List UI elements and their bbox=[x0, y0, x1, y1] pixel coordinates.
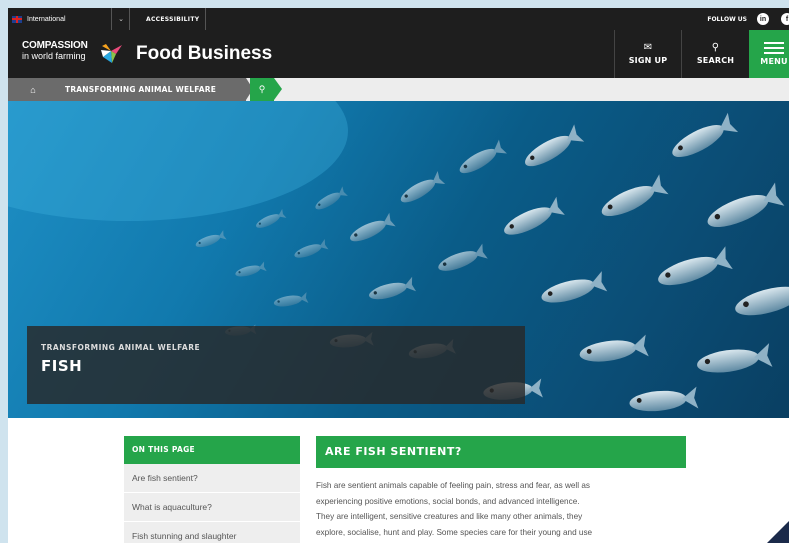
location-pin-icon: ⚲ bbox=[258, 84, 266, 94]
hamburger-icon bbox=[764, 42, 784, 54]
article-line: explore, socialise, hunt and play. Some … bbox=[316, 527, 593, 537]
chevron-down-icon[interactable]: ⌄ bbox=[114, 8, 128, 30]
hero-image: TRANSFORMING ANIMAL WELFARE FISH bbox=[8, 101, 789, 418]
article-line: experiencing positive emotions, social b… bbox=[316, 496, 580, 506]
browser-page: International ⌄ ACCESSIBILITY FOLLOW US … bbox=[8, 8, 789, 543]
breadcrumb-current[interactable]: TRANSFORMING ANIMAL WELFARE bbox=[58, 78, 246, 101]
search-label: SEARCH bbox=[696, 56, 735, 65]
hero-caption: TRANSFORMING ANIMAL WELFARE FISH bbox=[27, 326, 525, 404]
linkedin-icon[interactable]: in bbox=[757, 13, 769, 25]
sign-up-button[interactable]: ✉ SIGN UP bbox=[614, 30, 681, 78]
accessibility-link[interactable]: ACCESSIBILITY bbox=[146, 8, 199, 30]
breadcrumb-separator bbox=[274, 78, 282, 100]
hero-kicker: TRANSFORMING ANIMAL WELFARE bbox=[41, 343, 201, 352]
language-label: International bbox=[27, 15, 66, 23]
article-section: ARE FISH SENTIENT? Fish are sentient ani… bbox=[316, 436, 686, 540]
divider bbox=[129, 8, 130, 30]
menu-button[interactable]: MENU bbox=[749, 30, 789, 78]
ciwf-logo[interactable]: COMPASSION in world farming bbox=[22, 41, 88, 61]
logo-line1: COMPASSION bbox=[22, 40, 88, 51]
logo-line2: in world farming bbox=[22, 51, 86, 61]
article-body: Fish are sentient animals capable of fee… bbox=[316, 478, 686, 540]
home-icon: ⌂ bbox=[30, 84, 36, 95]
toc-item[interactable]: What is aquaculture? bbox=[124, 493, 300, 522]
toc-item[interactable]: Are fish sentient? bbox=[124, 464, 300, 493]
divider bbox=[205, 8, 206, 30]
section-heading: ARE FISH SENTIENT? bbox=[316, 436, 686, 468]
article-line: They are intelligent, sensitive creature… bbox=[316, 512, 583, 521]
menu-label: MENU bbox=[760, 57, 788, 66]
page-title: FISH bbox=[41, 357, 83, 375]
uk-flag-icon bbox=[12, 15, 22, 23]
on-this-page-nav: ON THIS PAGE Are fish sentient? What is … bbox=[124, 436, 300, 543]
breadcrumb-home[interactable]: ⌂ bbox=[8, 78, 58, 101]
toc-heading: ON THIS PAGE bbox=[124, 436, 300, 464]
site-header: COMPASSION in world farming Food Busines… bbox=[8, 30, 789, 78]
logo-star-icon bbox=[101, 44, 122, 63]
utility-bar: International ⌄ ACCESSIBILITY FOLLOW US … bbox=[8, 8, 789, 30]
breadcrumb-location[interactable]: ⚲ bbox=[250, 78, 274, 101]
toc-item[interactable]: Fish stunning and slaughter bbox=[124, 522, 300, 543]
site-name[interactable]: Food Business bbox=[136, 43, 272, 65]
divider bbox=[111, 8, 112, 30]
search-button[interactable]: ⚲ SEARCH bbox=[681, 30, 749, 78]
sign-up-label: SIGN UP bbox=[628, 56, 668, 65]
corner-decoration bbox=[767, 521, 789, 543]
envelope-icon: ✉ bbox=[643, 42, 653, 53]
search-icon: ⚲ bbox=[711, 42, 720, 53]
social-icon[interactable]: f bbox=[781, 13, 789, 25]
follow-us-label: FOLLOW US bbox=[707, 15, 747, 23]
article-line: Fish are sentient animals capable of fee… bbox=[316, 481, 590, 490]
breadcrumb: ⌂ TRANSFORMING ANIMAL WELFARE ⚲ bbox=[8, 78, 789, 101]
language-selector[interactable]: International bbox=[12, 8, 66, 30]
